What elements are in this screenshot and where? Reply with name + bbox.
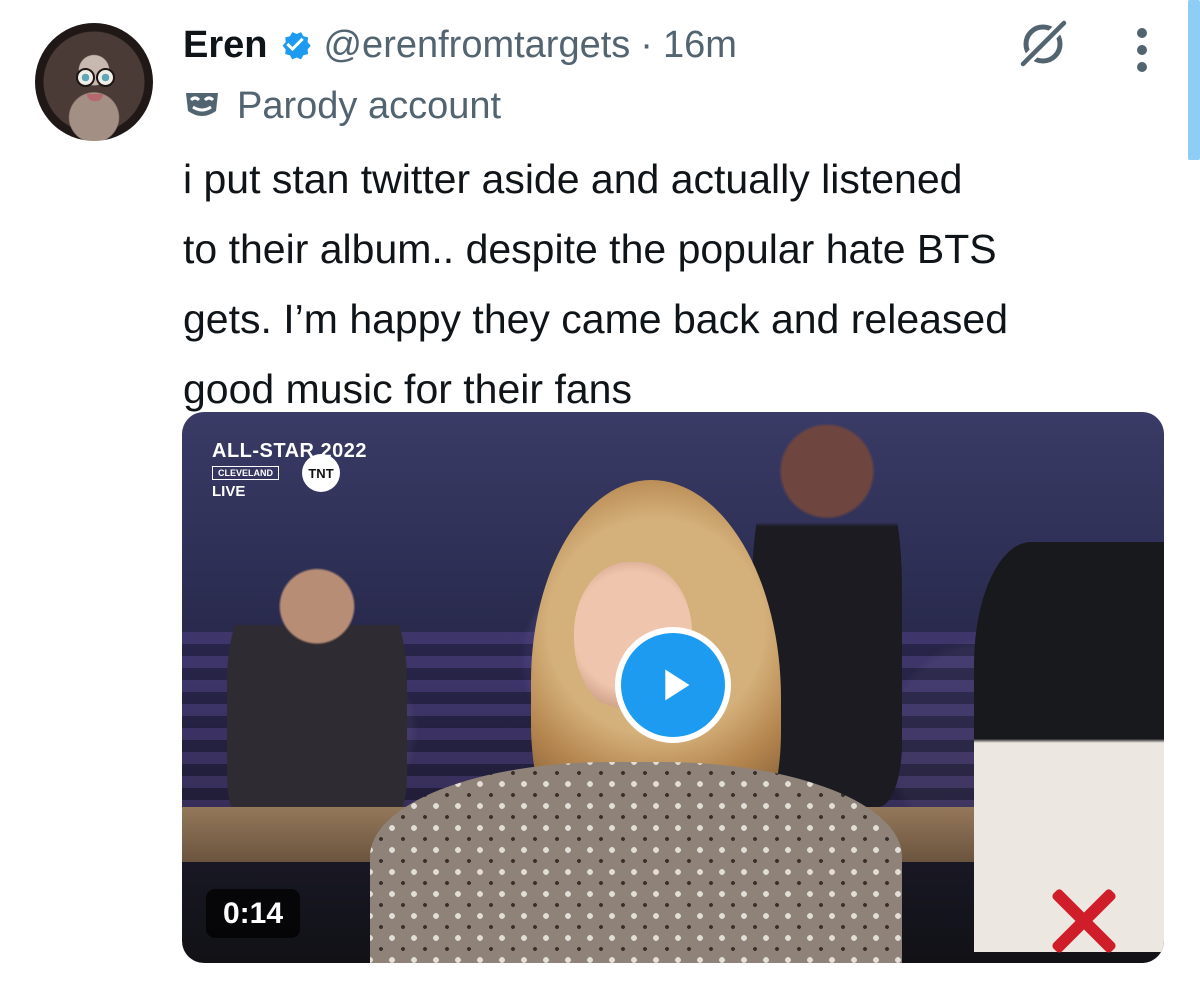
avatar-right-eye (96, 68, 115, 87)
background-spectator (227, 557, 407, 847)
more-dot (1137, 28, 1147, 38)
video-player[interactable]: ALL-STAR 2022 CLEVELAND LIVE TNT 0:14 (182, 412, 1164, 963)
video-duration: 0:14 (206, 889, 300, 938)
avatar[interactable] (35, 23, 153, 141)
tweet-text-line: gets. I’m happy they came back and relea… (183, 296, 1009, 342)
broadcast-event: ALL-STAR 2022 (212, 440, 368, 462)
play-icon (665, 669, 690, 701)
tweet-header: Eren @erenfromtargets · 16m (183, 20, 737, 70)
more-dot (1137, 45, 1147, 55)
broadcast-logo: ALL-STAR 2022 CLEVELAND LIVE (212, 440, 367, 500)
broadcast-live: LIVE (212, 483, 246, 500)
network-logo: TNT (302, 454, 340, 492)
red-cross-mark (1044, 880, 1122, 958)
tweet-text-line: i put stan twitter aside and actually li… (183, 156, 963, 202)
avatar-mouth (87, 94, 103, 101)
author-handle[interactable]: @erenfromtargets (323, 24, 630, 67)
scroll-indicator[interactable] (1188, 0, 1200, 160)
verified-badge-icon (277, 27, 313, 63)
account-label[interactable]: Parody account (237, 85, 501, 128)
broadcast-city: CLEVELAND (212, 466, 280, 480)
account-label-row: Parody account (183, 82, 501, 130)
tweet-text-line: to their album.. despite the popular hat… (183, 226, 997, 272)
display-name[interactable]: Eren (183, 24, 267, 67)
parody-mask-icon (183, 87, 221, 125)
avatar-left-eye (76, 68, 95, 87)
more-icon[interactable] (1136, 28, 1148, 72)
grok-icon[interactable] (1015, 16, 1071, 72)
tweet-time[interactable]: 16m (663, 24, 737, 67)
meta-separator: · (640, 23, 653, 66)
tweet-text: i put stan twitter aside and actually li… (183, 144, 1173, 424)
play-button[interactable] (615, 627, 731, 743)
main-subject-coat (370, 762, 902, 963)
more-dot (1137, 62, 1147, 72)
